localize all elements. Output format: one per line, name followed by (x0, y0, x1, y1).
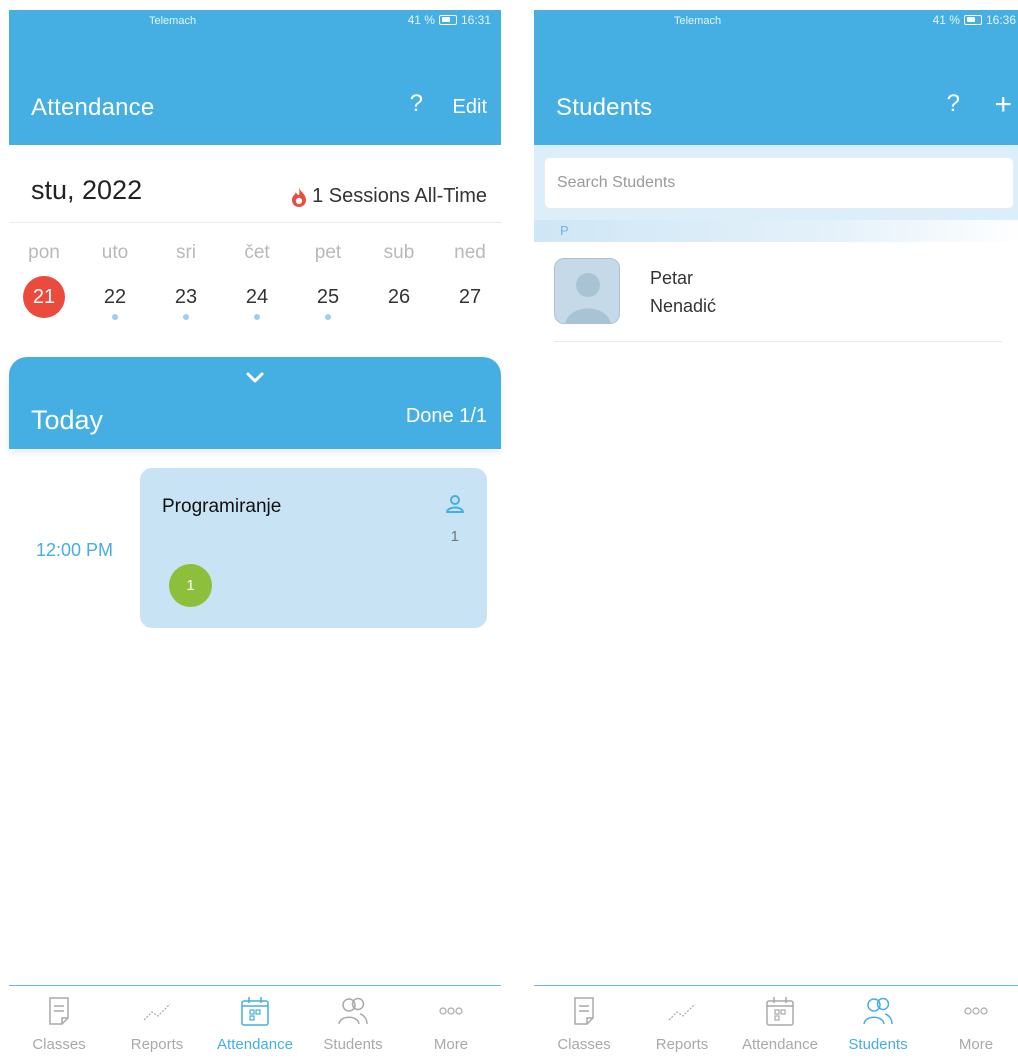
help-button[interactable]: ? (947, 90, 960, 118)
attendance-screen: Telemach 41 % 16:31 Attendance ? Edit st… (9, 10, 501, 1061)
day-name: ned (454, 242, 486, 263)
section-header: P (534, 220, 1018, 242)
today-label: Today (31, 405, 104, 435)
tab-reports[interactable]: Reports (109, 986, 205, 1061)
more-dots-icon (439, 1007, 463, 1015)
tab-bar: Classes Reports Attendance Students More (534, 985, 1018, 1061)
day-monday[interactable]: pon 21 (21, 242, 67, 320)
tab-reports[interactable]: Reports (634, 986, 730, 1061)
sessions-all-time: 1 Sessions All-Time (290, 185, 487, 208)
clock: 16:36 (985, 13, 1016, 27)
carrier-name: Telemach (149, 15, 197, 27)
chevron-down-icon[interactable] (245, 371, 265, 385)
search-input[interactable] (544, 157, 1014, 209)
done-count: Done 1/1 (405, 405, 487, 427)
tab-label: Students (848, 1036, 908, 1053)
tab-label: More (433, 1036, 469, 1053)
status-bar: Telemach 41 % 16:31 (9, 10, 501, 32)
tab-classes[interactable]: Classes (536, 986, 632, 1061)
tab-label: Classes (557, 1036, 611, 1053)
carrier-name: Telemach (674, 15, 722, 27)
session-time: 12:00 PM (36, 540, 114, 560)
tab-label: Attendance (217, 1036, 293, 1053)
tab-label: More (958, 1036, 994, 1053)
battery-percent: 41 % (932, 13, 960, 27)
document-icon (574, 997, 594, 1025)
tab-students[interactable]: Students (305, 986, 401, 1061)
day-name: sri (175, 242, 197, 263)
people-icon (863, 997, 893, 1025)
divider (9, 222, 501, 223)
tab-attendance[interactable]: Attendance (207, 986, 303, 1061)
day-name: uto (101, 242, 129, 263)
month-label[interactable]: stu, 2022 (31, 175, 142, 206)
trend-line-icon (668, 1003, 696, 1021)
people-icon (338, 997, 368, 1025)
tab-bar: Classes Reports Attendance Students More (9, 985, 501, 1061)
calendar-icon (766, 997, 794, 1026)
tab-label: Reports (655, 1036, 709, 1053)
tab-students[interactable]: Students (830, 986, 926, 1061)
clock: 16:31 (460, 13, 491, 27)
day-sunday[interactable]: ned 27 (447, 242, 493, 320)
battery-percent: 41 % (407, 13, 435, 27)
day-thursday[interactable]: čet 24 (234, 242, 280, 320)
day-wednesday[interactable]: sri 23 (163, 242, 209, 320)
session-card[interactable]: Programiranje 1 1 (140, 468, 487, 628)
flame-icon (292, 186, 307, 207)
tab-attendance[interactable]: Attendance (732, 986, 828, 1061)
day-name: pon (28, 242, 60, 263)
add-student-button[interactable]: + (994, 88, 1012, 122)
day-number: 27 (458, 286, 482, 308)
tab-more[interactable]: More (403, 986, 499, 1061)
page-title: Attendance (31, 94, 155, 121)
person-icon (446, 495, 464, 513)
tab-label: Reports (130, 1036, 184, 1053)
day-name: sub (383, 242, 415, 263)
page-title: Students (556, 94, 653, 121)
day-friday[interactable]: pet 25 (305, 242, 351, 320)
student-last-name: Nenadić (650, 296, 717, 316)
tab-label: Students (323, 1036, 383, 1053)
list-item[interactable]: Petar Nenadić (554, 250, 1002, 342)
day-number: 25 (316, 286, 340, 308)
day-tuesday[interactable]: uto 22 (92, 242, 138, 320)
student-count: 1 (450, 528, 459, 545)
status-bar: Telemach 41 % 16:36 (534, 10, 1018, 32)
tab-more[interactable]: More (928, 986, 1018, 1061)
avatar (554, 258, 620, 324)
day-name: čet (244, 242, 270, 263)
session-name: Programiranje (162, 496, 282, 517)
students-screen: Telemach 41 % 16:36 Students ? + P Petar… (534, 10, 1018, 1061)
today-panel[interactable]: Today Done 1/1 (9, 357, 501, 449)
tab-label: Attendance (742, 1036, 818, 1053)
default-avatar-icon (555, 259, 619, 323)
help-button[interactable]: ? (410, 90, 423, 118)
attendance-badge[interactable]: 1 (169, 564, 212, 607)
status-indicators: 41 % 16:31 (408, 13, 491, 27)
status-indicators: 41 % 16:36 (933, 13, 1016, 27)
sessions-label: 1 Sessions All-Time (312, 185, 487, 207)
students-header: Telemach 41 % 16:36 Students ? + (534, 10, 1018, 145)
edit-button[interactable]: Edit (453, 96, 487, 119)
day-number: 24 (245, 286, 269, 308)
attendance-header: Telemach 41 % 16:31 Attendance ? Edit (9, 10, 501, 145)
tab-label: Classes (32, 1036, 86, 1053)
day-name: pet (314, 242, 342, 263)
day-number: 22 (103, 286, 127, 308)
day-saturday[interactable]: sub 26 (376, 242, 422, 320)
trend-line-icon (143, 1003, 171, 1021)
day-number: 23 (174, 286, 198, 308)
day-number: 26 (387, 286, 411, 308)
calendar-icon (241, 997, 269, 1026)
battery-icon (438, 15, 457, 25)
more-dots-icon (964, 1007, 988, 1015)
document-icon (49, 997, 69, 1025)
tab-classes[interactable]: Classes (11, 986, 107, 1061)
student-first-name: Petar (650, 268, 694, 288)
week-strip: pon 21 uto 22 sri 23 čet 24 pet 25 sub 2… (9, 242, 501, 320)
day-number-selected: 21 (23, 276, 65, 318)
battery-icon (963, 15, 982, 25)
